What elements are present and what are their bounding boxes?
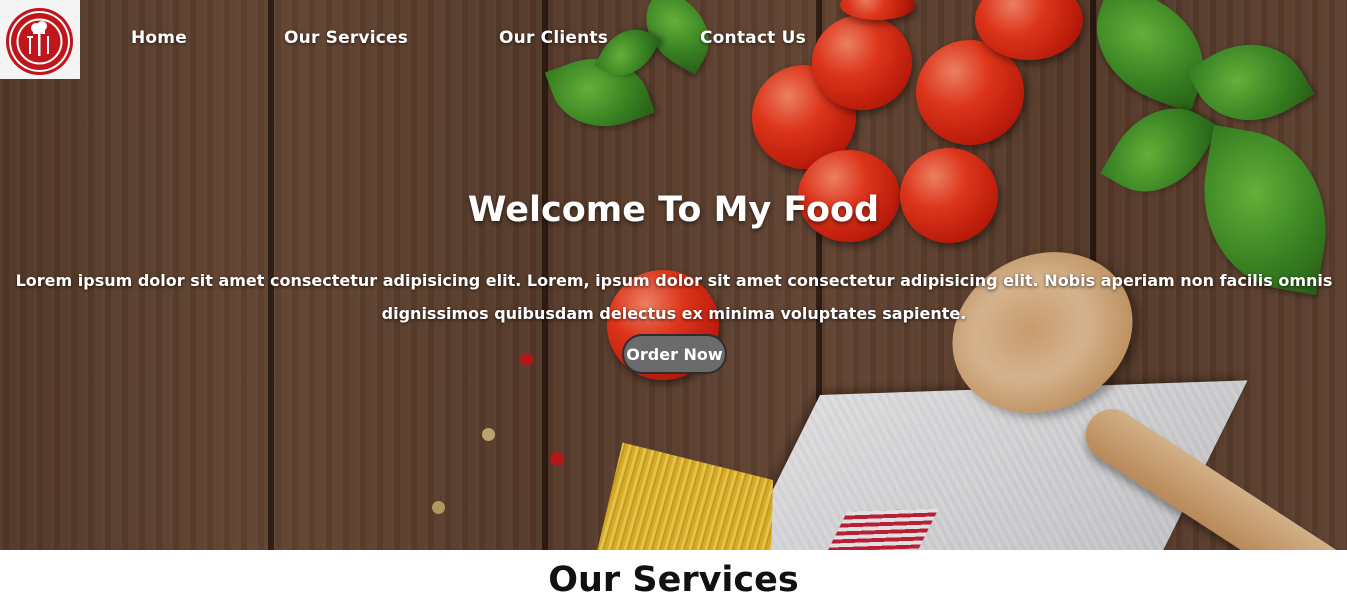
order-now-button[interactable]: Order Now xyxy=(622,334,727,374)
nav-our-services-link[interactable]: Our Services xyxy=(284,28,408,48)
services-section-title: Our Services xyxy=(548,560,799,600)
logo-container[interactable] xyxy=(0,0,80,79)
nav-our-clients-link[interactable]: Our Clients xyxy=(499,28,608,48)
hero-title: Welcome To My Food xyxy=(467,190,880,230)
restaurant-logo-icon[interactable] xyxy=(6,8,73,75)
hero-description: Lorem ipsum dolor sit amet consectetur a… xyxy=(15,271,1333,323)
nav-contact-us-link[interactable]: Contact Us xyxy=(700,28,806,48)
nav-home-link[interactable]: Home xyxy=(131,28,187,48)
